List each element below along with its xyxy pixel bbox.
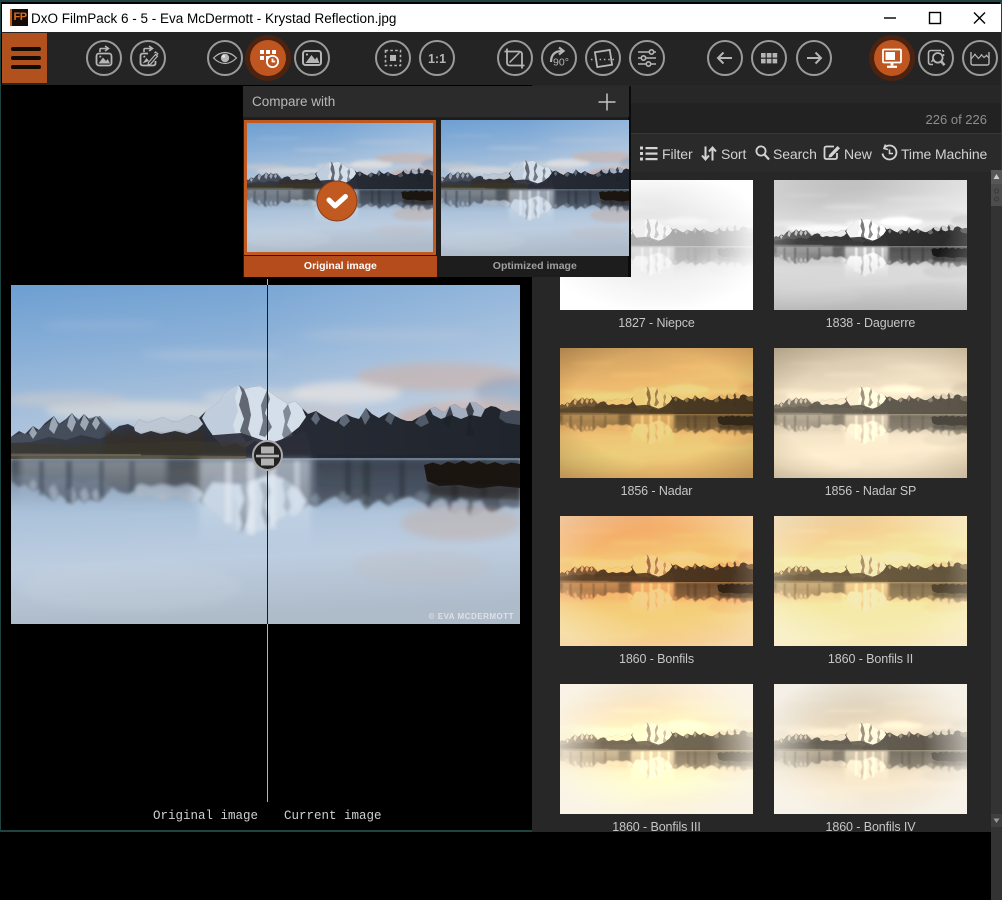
svg-text:1:1: 1:1 (428, 52, 446, 66)
svg-text:90°: 90° (553, 57, 569, 69)
